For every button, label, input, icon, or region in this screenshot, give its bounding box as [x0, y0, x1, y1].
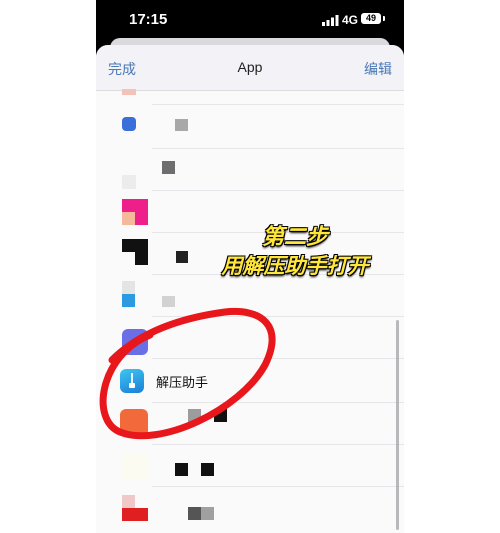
overlay-step-instruction: 用解压助手打开	[221, 255, 369, 278]
tutorial-overlay-text: 第二步 用解压助手打开	[200, 222, 390, 282]
overlay-step-title: 第二步	[261, 224, 328, 249]
